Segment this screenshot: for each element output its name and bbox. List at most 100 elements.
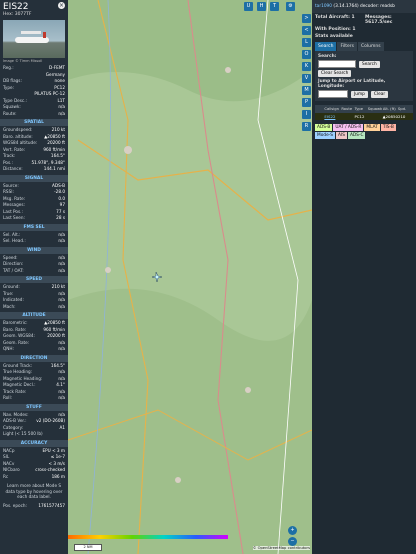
stuff-2-value: A1 bbox=[59, 424, 65, 430]
spatial-6-label: Distance: bbox=[3, 166, 23, 171]
sidebar-button-1[interactable]: < bbox=[302, 26, 311, 35]
aircraft-info-panel: EIS22 × Hex: 3077TF Image © Timm Missoll… bbox=[0, 0, 68, 554]
legend-mode-s: Mode-S bbox=[315, 132, 335, 139]
tab-filters[interactable]: Filters bbox=[337, 42, 357, 51]
map-button-u[interactable]: U bbox=[244, 2, 253, 11]
clear-button[interactable]: Clear bbox=[370, 90, 389, 98]
settings-gear-icon[interactable]: ⚙ bbox=[286, 2, 295, 11]
source-legend: ADS-B UAT / ADS-R MLAT TIS-B Mode-S AIS ADS-C bbox=[315, 124, 413, 139]
sidebar-button-3[interactable]: O bbox=[302, 50, 311, 59]
stuff-3-row: Light (< 15 500 lb) bbox=[0, 431, 68, 438]
wind-2-value: n/a bbox=[58, 267, 65, 273]
zoom-out-button[interactable]: − bbox=[288, 537, 297, 546]
fms-sel-1-value: n/a bbox=[58, 238, 65, 243]
table-header: Callsign Route Type Squawk Alt. (ft) Spd. bbox=[315, 105, 413, 113]
info-3-label: Type: bbox=[3, 84, 15, 90]
sidebar-button-4[interactable]: K bbox=[302, 62, 311, 71]
search-button[interactable]: Search bbox=[359, 60, 380, 68]
table-cell-3: PC12 bbox=[354, 114, 365, 119]
accuracy-4-value: 186 m bbox=[51, 473, 65, 479]
tab-columns[interactable]: Columns bbox=[357, 42, 384, 51]
hex-value[interactable]: 3077TF bbox=[15, 12, 32, 17]
map-button-h[interactable]: H bbox=[257, 2, 266, 11]
sidebar-button-9[interactable]: R bbox=[302, 122, 311, 131]
sidebar-button-5[interactable]: V bbox=[302, 74, 311, 83]
altitude-4-row: QNH: n/a bbox=[0, 346, 68, 353]
column-header-2[interactable]: Route bbox=[341, 105, 354, 113]
search-panel: Search: Search Clear Search Jump to Airp… bbox=[315, 51, 413, 101]
direction-5-row: Roll: n/a bbox=[0, 395, 68, 402]
section-heading-spatial: SPATIAL bbox=[0, 119, 68, 126]
map-side-toolbar: > < L O K V M P I R bbox=[300, 14, 312, 134]
signal-5-row: Last Seen: 28 s bbox=[0, 215, 68, 222]
info-7-value: n/a bbox=[58, 110, 65, 116]
table-cell-6: 210 bbox=[397, 114, 406, 119]
signal-5-label: Last Seen: bbox=[3, 215, 25, 220]
fms-sel-1-label: Sel. Head.: bbox=[3, 238, 26, 243]
column-header-3[interactable]: Type bbox=[355, 105, 368, 113]
map-scale: 2 NM bbox=[74, 544, 102, 551]
speed-3-label: Mach: bbox=[3, 303, 16, 309]
sidebar-button-7[interactable]: P bbox=[302, 98, 311, 107]
jump-label: Jump to Airport or Latitude, Longitude: bbox=[318, 79, 386, 89]
table-cell-4 bbox=[368, 113, 383, 120]
column-header-0[interactable] bbox=[315, 105, 324, 113]
legend-ads-b: ADS-B bbox=[315, 124, 333, 131]
table-row[interactable]: EIS22 PC12 ▲20850 210 bbox=[315, 113, 413, 120]
section-heading-altitude: ALTITUDE bbox=[0, 312, 68, 319]
version-text: (3.14.1764) decoder: readsb bbox=[333, 4, 395, 9]
section-heading-speed: SPEED bbox=[0, 276, 68, 283]
close-icon[interactable]: × bbox=[58, 2, 65, 9]
info-7-row: Route: n/a bbox=[0, 111, 68, 118]
total-aircraft-value: 1 bbox=[351, 15, 355, 20]
with-position: With Position: 1 bbox=[315, 27, 356, 32]
table-cell-5: ▲20850 bbox=[382, 114, 398, 119]
stats-link[interactable]: Stats available bbox=[315, 34, 353, 39]
messages-value: 5617.5/sec bbox=[365, 20, 393, 25]
jump-button[interactable]: Jump bbox=[351, 90, 368, 98]
accuracy-4-label: Rc bbox=[3, 473, 9, 479]
map-attribution[interactable]: © OpenStreetMap contributors bbox=[252, 546, 310, 550]
clear-search-button[interactable]: Clear Search bbox=[318, 70, 352, 77]
speed-3-value: n/a bbox=[58, 303, 65, 309]
wind-2-row: TAT / OAT: n/a bbox=[0, 268, 68, 275]
sidebar-button-8[interactable]: I bbox=[302, 110, 311, 119]
photo-credit[interactable]: Image © Timm Missoll bbox=[0, 58, 68, 65]
map-view[interactable]: U H T ⚙ + − 2 NM © OpenStreetMap contrib… bbox=[68, 0, 312, 554]
pos-epoch-label: Pos. epoch: bbox=[3, 502, 27, 508]
stuff-3-label: Light (< 15 500 lb) bbox=[3, 431, 43, 436]
map-button-t[interactable]: T bbox=[270, 2, 279, 11]
right-panel: tar1090 (3.14.1764) decoder: readsb Tota… bbox=[312, 0, 416, 554]
search-label: Search: bbox=[318, 54, 337, 59]
speed-3-row: Mach: n/a bbox=[0, 304, 68, 311]
signal-5-value: 28 s bbox=[56, 215, 65, 220]
total-aircraft-label: Total Aircraft: bbox=[315, 15, 350, 20]
section-heading-direction: DIRECTION bbox=[0, 354, 68, 362]
pos-epoch-value: 1761577457 bbox=[38, 502, 65, 508]
section-heading-wind: WIND bbox=[0, 246, 68, 254]
spatial-6-row: Distance: 144.1 nmi bbox=[0, 166, 68, 173]
sidebar-button-6[interactable]: M bbox=[302, 86, 311, 95]
tab-search[interactable]: Search bbox=[315, 42, 337, 51]
info-0-label: Reg.: bbox=[3, 65, 14, 70]
column-header-6[interactable]: Spd. bbox=[398, 105, 413, 113]
sidebar-button-2[interactable]: L bbox=[302, 38, 311, 47]
column-header-5[interactable]: Alt. (ft) bbox=[383, 105, 398, 113]
version-header: tar1090 (3.14.1764) decoder: readsb bbox=[312, 0, 416, 13]
aircraft-photo[interactable] bbox=[3, 20, 65, 58]
map-canvas[interactable] bbox=[68, 0, 312, 554]
column-header-1[interactable]: Callsign bbox=[324, 105, 341, 113]
search-input[interactable] bbox=[318, 60, 356, 68]
zoom-in-button[interactable]: + bbox=[288, 526, 297, 535]
spatial-6-value: 144.1 nmi bbox=[43, 166, 65, 171]
legend-mlat: MLAT bbox=[364, 124, 380, 131]
section-heading-signal: SIGNAL bbox=[0, 174, 68, 182]
column-header-4[interactable]: Squawk bbox=[368, 105, 383, 113]
direction-5-value: n/a bbox=[58, 395, 65, 400]
sidebar-button-0[interactable]: > bbox=[302, 14, 311, 23]
jump-input[interactable] bbox=[318, 90, 348, 98]
version-link[interactable]: tar1090 bbox=[315, 4, 332, 9]
aircraft-table: Callsign Route Type Squawk Alt. (ft) Spd. EIS… bbox=[315, 105, 413, 120]
section-heading-accuracy: ACCURACY bbox=[0, 439, 68, 447]
table-cell-2 bbox=[341, 113, 354, 120]
